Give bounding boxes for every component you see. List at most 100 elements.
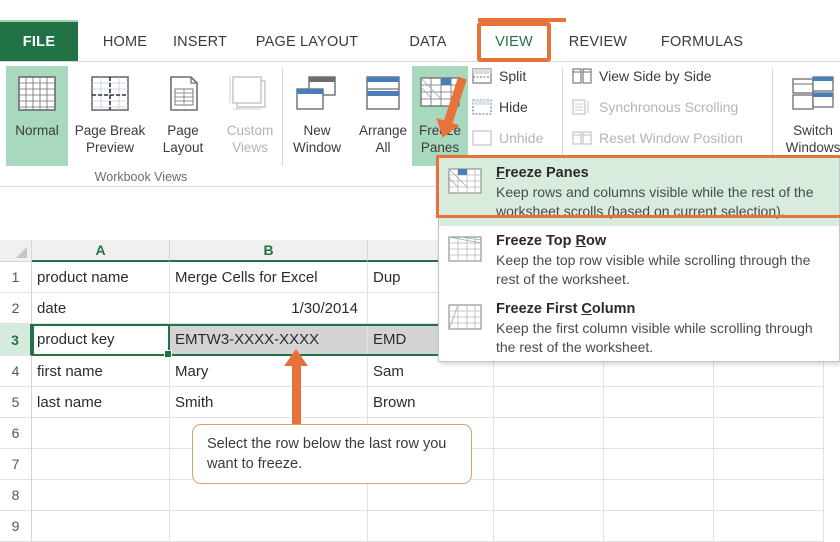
grid-cell[interactable]: EMTW3-XXXX-XXXX — [170, 324, 368, 356]
ribbon-tab-home[interactable]: HOME — [92, 22, 158, 61]
menu-item-freeze-top-row[interactable]: Freeze Top Row Keep the top row visible … — [439, 226, 839, 294]
grid-cell[interactable] — [494, 511, 604, 542]
row-header-7[interactable]: 7 — [0, 449, 32, 480]
grid-cell[interactable]: 1/30/2014 — [170, 293, 368, 324]
grid-cell[interactable] — [494, 449, 604, 480]
grid-cell[interactable] — [32, 418, 170, 449]
custom-views-icon — [228, 66, 272, 122]
grid-cell[interactable] — [714, 511, 824, 542]
row-header-5[interactable]: 5 — [0, 387, 32, 418]
normal-view-button[interactable]: Normal — [6, 66, 68, 166]
grid-cell[interactable]: first name — [32, 356, 170, 387]
button-label: Reset Window Position — [599, 130, 743, 146]
page-layout-view-button[interactable]: Page Layout — [152, 66, 214, 156]
grid-cell[interactable] — [32, 511, 170, 542]
grid-cell[interactable] — [604, 511, 714, 542]
row-header-2[interactable]: 2 — [0, 293, 32, 324]
row-header-9[interactable]: 9 — [0, 511, 32, 542]
split-button[interactable]: Split — [472, 68, 526, 84]
synchronous-scrolling-button[interactable]: Synchronous Scrolling — [572, 99, 738, 115]
grid-cell[interactable]: Smith — [170, 387, 368, 418]
ribbon-tab-data[interactable]: DATA — [400, 22, 456, 61]
grid-cell[interactable] — [32, 480, 170, 511]
page-break-view-icon — [90, 66, 130, 122]
grid-cell[interactable] — [604, 480, 714, 511]
grid-cell[interactable] — [494, 387, 604, 418]
new-window-button[interactable]: New Window — [284, 66, 350, 156]
menu-item-title: Freeze Top Row — [496, 233, 606, 249]
freeze-first-column-icon — [446, 300, 486, 334]
page-break-view-button[interactable]: Page Break Preview — [68, 66, 152, 156]
row-header-6[interactable]: 6 — [0, 418, 32, 449]
workbook-views-group-caption: Workbook Views — [0, 170, 282, 184]
grid-cell[interactable] — [604, 387, 714, 418]
ribbon-tab-formulas[interactable]: FORMULAS — [652, 22, 752, 61]
menu-item-freeze-first-column[interactable]: Freeze First Column Keep the first colum… — [439, 294, 839, 362]
menu-item-title: Freeze First Column — [496, 301, 635, 317]
reset-window-position-button[interactable]: Reset Window Position — [572, 130, 743, 146]
group-divider — [772, 68, 773, 166]
reset-window-position-icon — [572, 130, 592, 146]
button-label: View Side by Side — [599, 68, 712, 84]
view-side-by-side-button[interactable]: View Side by Side — [572, 68, 712, 84]
hide-button[interactable]: Hide — [472, 99, 528, 115]
row-header-4[interactable]: 4 — [0, 356, 32, 387]
page-layout-view-icon — [163, 66, 203, 122]
switch-windows-icon — [791, 66, 835, 122]
arrange-all-button[interactable]: Arrange All — [350, 66, 416, 156]
grid-cell[interactable] — [494, 418, 604, 449]
grid-cell[interactable]: Brown — [368, 387, 494, 418]
row-header-8[interactable]: 8 — [0, 480, 32, 511]
arrange-all-icon — [363, 66, 403, 122]
unhide-button[interactable]: Unhide — [472, 130, 543, 146]
grid-cell[interactable] — [32, 449, 170, 480]
grid-cell[interactable] — [368, 511, 494, 542]
grid-cell[interactable]: Mary — [170, 356, 368, 387]
button-label: Page Layout — [163, 122, 204, 156]
button-label: Page Break Preview — [75, 122, 146, 156]
ribbon-tab-bar: FILE HOMEINSERT PAGE LAYOUT DATA VIEW REVIEW F… — [0, 22, 840, 62]
menu-item-description: Keep rows and columns visible while the … — [496, 183, 831, 220]
grid-cell[interactable]: product name — [32, 262, 170, 293]
column-header-B[interactable]: B — [170, 240, 368, 262]
menu-item-title: Freeze Panes — [496, 165, 589, 181]
view-side-by-side-icon — [572, 68, 592, 84]
select-all-corner[interactable] — [0, 240, 32, 262]
freeze-panes-dropdown-menu[interactable]: Freeze Panes Keep rows and columns visib… — [438, 157, 840, 362]
normal-view-icon — [17, 66, 57, 122]
menu-item-description: Keep the top row visible while scrolling… — [496, 251, 831, 288]
freeze-top-row-icon — [446, 232, 486, 266]
grid-cell[interactable]: date — [32, 293, 170, 324]
grid-cell[interactable] — [714, 480, 824, 511]
button-label: Arrange All — [359, 122, 407, 156]
column-header-A[interactable]: A — [32, 240, 170, 262]
grid-cell[interactable] — [170, 480, 368, 511]
grid-cell[interactable] — [604, 449, 714, 480]
menu-item-freeze-panes[interactable]: Freeze Panes Keep rows and columns visib… — [439, 158, 839, 226]
annotation-callout-text: Select the row below the last row you wa… — [207, 436, 446, 472]
ribbon-tab-insert[interactable]: INSERT — [166, 22, 234, 61]
ribbon-tab-page-layout[interactable]: PAGE LAYOUT — [248, 22, 366, 61]
ribbon-tab-view[interactable]: VIEW — [484, 22, 544, 61]
grid-cell[interactable] — [714, 418, 824, 449]
switch-windows-button[interactable]: Switch Windows — [782, 66, 840, 156]
grid-cell[interactable] — [368, 480, 494, 511]
grid-cell[interactable]: last name — [32, 387, 170, 418]
row-header-1[interactable]: 1 — [0, 262, 32, 293]
menu-item-description: Keep the first column visible while scro… — [496, 319, 831, 356]
grid-cell[interactable] — [170, 511, 368, 542]
grid-cell[interactable]: Merge Cells for Excel — [170, 262, 368, 293]
grid-cell[interactable] — [494, 480, 604, 511]
grid-cell[interactable] — [714, 387, 824, 418]
ribbon-tab-file[interactable]: FILE — [0, 22, 78, 61]
pointer-arrow-to-row-3 — [292, 364, 301, 426]
button-label: Synchronous Scrolling — [599, 99, 738, 115]
grid-cell[interactable]: product key — [32, 324, 170, 356]
custom-views-button[interactable]: Custom Views — [214, 66, 286, 156]
row-header-3[interactable]: 3 — [0, 324, 32, 356]
hide-icon — [472, 99, 492, 115]
ribbon-tab-review[interactable]: REVIEW — [562, 22, 634, 61]
grid-cell[interactable] — [604, 418, 714, 449]
grid-cell[interactable] — [714, 449, 824, 480]
button-label: New Window — [293, 122, 341, 156]
